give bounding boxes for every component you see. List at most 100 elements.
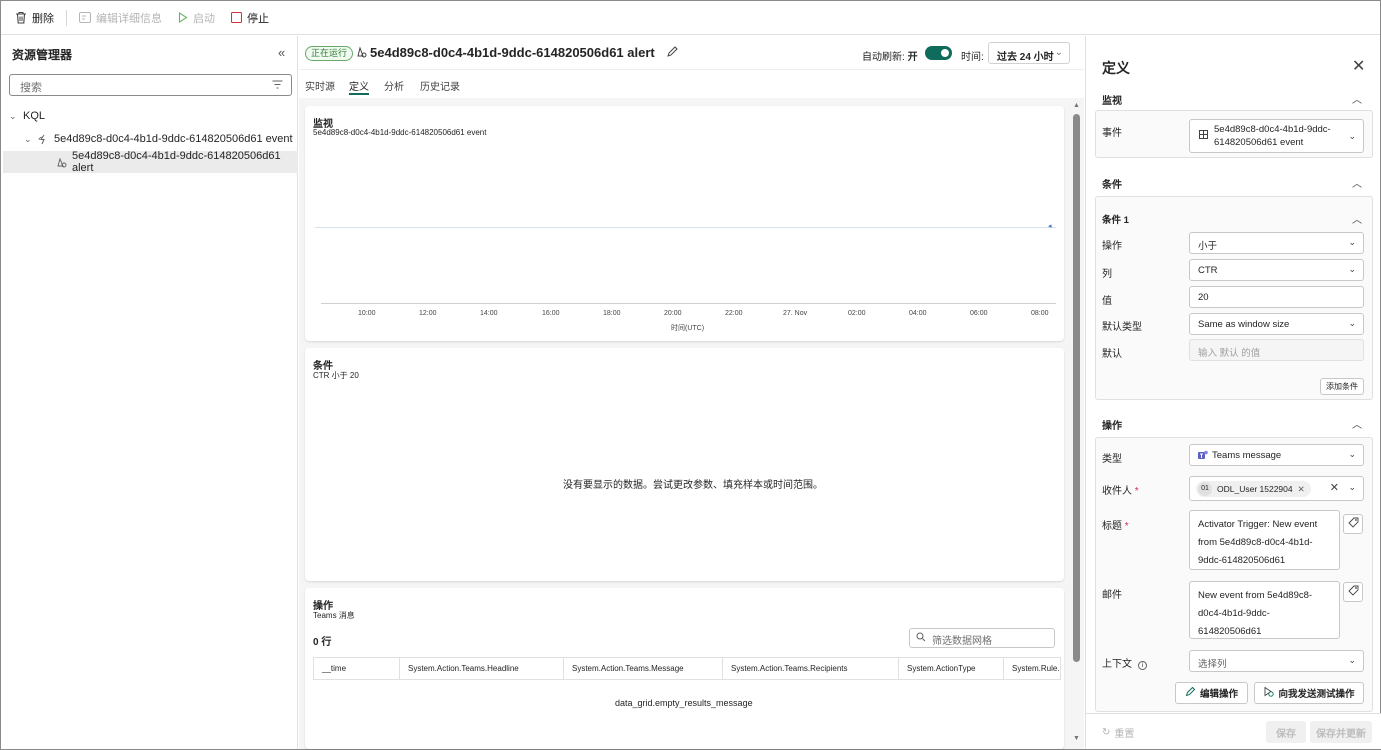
tag-icon xyxy=(1347,517,1359,531)
value-input[interactable]: 20 xyxy=(1189,286,1364,308)
send-test-label: 向我发送测试操作 xyxy=(1278,689,1355,700)
start-label: 启动 xyxy=(193,12,215,25)
chevron-down-icon: ⌄ xyxy=(1348,318,1356,328)
action-type-value: Teams message xyxy=(1212,450,1282,461)
column-header[interactable]: System.Action.Teams.Headline xyxy=(400,658,564,679)
time-range-dropdown[interactable]: 过去 24 小时 ⌄ xyxy=(988,42,1070,64)
column-header[interactable]: System.Action.Teams.Recipients xyxy=(723,658,899,679)
x-tick: 16:00 xyxy=(542,310,560,317)
column-label: 列 xyxy=(1102,269,1112,280)
grid-header: __time System.Action.Teams.Headline Syst… xyxy=(313,657,1061,680)
operation-dropdown[interactable]: 小于 ⌄ xyxy=(1189,232,1364,254)
filter-icon[interactable] xyxy=(272,80,283,92)
column-header[interactable]: System.Action.Teams.Message xyxy=(564,658,723,679)
chevron-up-icon[interactable]: ︿ xyxy=(1352,91,1362,106)
clear-icon[interactable]: ✕ xyxy=(1330,481,1339,494)
recipient-picker[interactable]: 01 ODL_User 1522904 ✕ ✕ ⌄ xyxy=(1189,476,1364,501)
insert-tag-button[interactable] xyxy=(1343,582,1363,602)
context-label: 上下文 i xyxy=(1102,655,1147,670)
tree-item-kql[interactable]: ⌄ KQL xyxy=(3,105,298,127)
tab-analytics[interactable]: 分析 xyxy=(384,78,404,93)
search-placeholder: 搜索 xyxy=(20,82,42,94)
tag-icon xyxy=(1347,585,1359,599)
delete-label: 删除 xyxy=(32,12,54,25)
recipient-name: ODL_User 1522904 xyxy=(1217,484,1293,494)
monitor-card: 监视 5e4d89c8-d0c4-4b1d-9ddc-614820506d61 … xyxy=(305,106,1064,341)
edit-details-button[interactable]: 编辑详细信息 xyxy=(79,10,162,26)
column-header[interactable]: System.ActionType xyxy=(899,658,1004,679)
default-type-label: 默认类型 xyxy=(1102,322,1142,333)
auto-refresh-label: 自动刷新: 开 xyxy=(862,52,918,63)
stop-button[interactable]: 停止 xyxy=(231,10,269,26)
close-icon[interactable]: ✕ xyxy=(1352,56,1365,76)
add-condition-button[interactable]: 添加条件 xyxy=(1320,378,1364,395)
reset-label: 重置 xyxy=(1114,729,1135,740)
column-value: CTR xyxy=(1198,265,1218,276)
delete-button[interactable]: 删除 xyxy=(15,10,54,26)
send-test-action-button[interactable]: 向我发送测试操作 xyxy=(1254,682,1364,704)
time-label: 时间: xyxy=(961,52,984,63)
column-header[interactable]: __time xyxy=(314,658,400,679)
grid-filter-input[interactable]: 筛选数据网格 xyxy=(909,628,1055,648)
scroll-down-icon[interactable]: ▼ xyxy=(1073,735,1080,742)
undo-icon: ↻ xyxy=(1102,727,1111,738)
chevron-down-icon[interactable]: ⌄ xyxy=(1348,482,1356,493)
definition-footer: ↻ 重置 保存 保存并更新 xyxy=(1086,713,1381,749)
chevron-up-icon[interactable]: ︿ xyxy=(1352,416,1362,431)
chevron-up-icon[interactable]: ︿ xyxy=(1352,175,1362,190)
message-textarea[interactable]: New event from 5e4d89c8-d0c4-4b1d-9ddc-6… xyxy=(1189,581,1340,639)
tree-item-label: KQL xyxy=(23,110,46,122)
x-tick: 12:00 xyxy=(419,310,437,317)
default-type-dropdown[interactable]: Same as window size ⌄ xyxy=(1189,313,1364,335)
tree-item-event[interactable]: ⌄ 5e4d89c8-d0c4-4b1d-9ddc-614820506d61 e… xyxy=(3,128,298,150)
insert-tag-button[interactable] xyxy=(1343,514,1363,534)
chevron-up-icon[interactable]: ︿ xyxy=(1352,211,1362,226)
edit-action-label: 编辑操作 xyxy=(1199,689,1238,700)
reset-button[interactable]: ↻ 重置 xyxy=(1102,725,1134,740)
x-tick: 20:00 xyxy=(664,310,682,317)
edit-name-pencil-icon[interactable] xyxy=(666,46,678,61)
action-type-dropdown[interactable]: Teams message ⌄ xyxy=(1189,444,1364,466)
tree-item-alert[interactable]: 5e4d89c8-d0c4-4b1d-9ddc-614820506d61 ale… xyxy=(3,150,298,174)
data-point-marker: ◂ xyxy=(1048,223,1052,230)
x-tick: 22:00 xyxy=(725,310,743,317)
trash-icon xyxy=(15,11,27,24)
chevron-down-icon: ⌄ xyxy=(1348,131,1356,141)
page-title: 5e4d89c8-d0c4-4b1d-9ddc-614820506d61 ale… xyxy=(370,45,655,60)
message-label: 邮件 xyxy=(1102,590,1122,601)
column-header[interactable]: System.Rule.I xyxy=(1004,658,1060,679)
scroll-up-icon[interactable]: ▲ xyxy=(1073,102,1080,109)
recipient-chip: 01 ODL_User 1522904 ✕ xyxy=(1196,481,1311,497)
section-monitor-heading: 监视 xyxy=(1102,96,1122,107)
type-label: 类型 xyxy=(1102,454,1122,465)
save-and-update-button[interactable]: 保存并更新 xyxy=(1310,721,1372,743)
save-button[interactable]: 保存 xyxy=(1266,721,1306,743)
recipient-label: 收件人 * xyxy=(1102,486,1139,497)
search-icon xyxy=(916,632,926,645)
start-button[interactable]: 启动 xyxy=(178,10,215,26)
main-scrollbar[interactable] xyxy=(1073,114,1080,662)
tab-live-feed[interactable]: 实时源 xyxy=(305,78,335,93)
info-icon[interactable]: i xyxy=(1137,661,1147,670)
default-value-input[interactable]: 输入 默认 的值 xyxy=(1189,339,1364,361)
explorer-search-input[interactable]: 搜索 xyxy=(9,74,292,96)
stop-icon xyxy=(231,12,242,23)
x-tick: 18:00 xyxy=(603,310,621,317)
remove-recipient-icon[interactable]: ✕ xyxy=(1298,484,1305,495)
card-subtitle: CTR 小于 20 xyxy=(313,371,359,380)
headline-textarea[interactable]: Activator Trigger: New event from 5e4d89… xyxy=(1189,510,1340,570)
edit-action-button[interactable]: 编辑操作 xyxy=(1175,682,1248,704)
edit-details-icon xyxy=(79,12,91,23)
definition-panel: 定义 ✕ 监视 ︿ 事件 5e4d89c8-d0c4-4b1d-9ddc-614… xyxy=(1085,36,1381,749)
column-dropdown[interactable]: CTR ⌄ xyxy=(1189,259,1364,281)
grid-filter-placeholder: 筛选数据网格 xyxy=(932,636,992,647)
chevron-down-icon: ⌄ xyxy=(9,110,17,121)
x-tick: 08:00 xyxy=(1031,310,1049,317)
context-dropdown[interactable]: 选择列 ⌄ xyxy=(1189,650,1364,672)
collapse-panel-icon[interactable]: « xyxy=(278,45,285,60)
auto-refresh-toggle[interactable] xyxy=(925,46,952,60)
edit-action-icon xyxy=(1185,686,1196,700)
tab-definition[interactable]: 定义 xyxy=(349,78,369,95)
tab-history[interactable]: 历史记录 xyxy=(420,78,460,93)
event-dropdown[interactable]: 5e4d89c8-d0c4-4b1d-9ddc-614820506d61 eve… xyxy=(1189,119,1364,153)
